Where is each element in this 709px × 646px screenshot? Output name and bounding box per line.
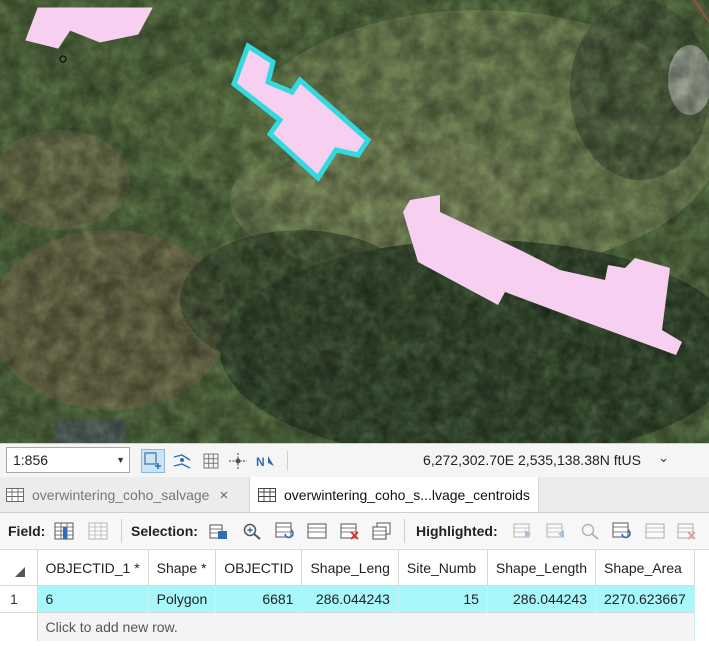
chevron-down-icon: ▼ (116, 455, 125, 465)
row-number[interactable]: 1 (0, 585, 38, 613)
divider (404, 519, 405, 543)
column-header[interactable]: Shape_Length (487, 550, 596, 586)
table-cell[interactable]: 15 (398, 585, 488, 613)
delete-highlighted-icon[interactable] (676, 520, 698, 542)
fixed-zoom-icon[interactable] (141, 449, 165, 473)
column-header[interactable]: OBJECTID (215, 550, 303, 586)
selection-label: Selection: (131, 523, 198, 539)
column-header[interactable]: Shape_Area (595, 550, 695, 586)
svg-text:N: N (256, 455, 265, 469)
column-header[interactable]: OBJECTID_1 * (37, 550, 149, 586)
map-status-bar: 1:856 ▼ N 6,272,302.70E 2,535,138.38N ft… (0, 443, 709, 477)
table-cell[interactable]: 6681 (215, 585, 303, 613)
switch-highlighted-icon[interactable] (512, 520, 534, 542)
table-cell[interactable]: 286.044243 (487, 585, 596, 613)
scale-dropdown[interactable]: 1:856 ▼ (6, 447, 130, 473)
table-header-row: OBJECTID_1 * Shape * OBJECTID Shape_Leng… (0, 550, 695, 586)
zoom-to-selection-icon[interactable] (241, 520, 263, 542)
north-arrow-icon[interactable]: N (255, 449, 279, 473)
table-icon (258, 487, 276, 502)
field-label: Field: (8, 523, 46, 539)
tab-overwintering-coho-salvage[interactable]: overwintering_coho_salvage × (6, 477, 228, 513)
chevron-down-icon[interactable]: ⌄ (658, 450, 669, 466)
tab-overwintering-coho-centroids[interactable]: overwintering_coho_s...lvage_centroids (249, 477, 539, 512)
clear-highlighted-icon[interactable] (644, 520, 666, 542)
attribute-table: OBJECTID_1 * Shape * OBJECTID Shape_Leng… (0, 550, 709, 646)
add-row-hint[interactable]: Click to add new row. (37, 612, 695, 641)
table-tab-strip: overwintering_coho_salvage × overwinteri… (0, 477, 709, 513)
unhighlight-icon[interactable] (545, 520, 567, 542)
add-field-icon[interactable] (53, 520, 75, 542)
coordinate-readout: 6,272,302.70E 2,535,138.38N ftUS (423, 452, 641, 468)
row-number (0, 612, 38, 641)
switch-selection-icon[interactable] (274, 520, 296, 542)
select-by-attributes-icon[interactable] (208, 520, 230, 542)
table-cell[interactable]: 286.044243 (301, 585, 399, 613)
snapping-icon[interactable] (170, 449, 194, 473)
close-icon[interactable]: × (219, 487, 228, 504)
scale-value: 1:856 (13, 452, 49, 468)
table-row[interactable]: 1 6 Polygon 6681 286.044243 15 286.04424… (0, 585, 695, 613)
table-cell[interactable]: 6 (37, 585, 149, 613)
table-cell[interactable]: Polygon (148, 585, 217, 613)
zoom-to-highlighted-icon[interactable] (579, 520, 601, 542)
calculate-field-icon[interactable] (87, 520, 109, 542)
clear-selection-icon[interactable] (306, 520, 328, 542)
select-all-corner[interactable] (0, 550, 38, 586)
table-icon (6, 488, 24, 502)
divider (121, 519, 122, 543)
highlighted-label: Highlighted: (416, 523, 498, 539)
column-header[interactable]: Shape * (148, 550, 217, 586)
column-header[interactable]: Shape_Leng (301, 550, 399, 586)
grid-icon[interactable] (199, 449, 223, 473)
constraints-icon[interactable] (226, 449, 250, 473)
add-new-row[interactable]: Click to add new row. (0, 612, 695, 641)
tab-label: overwintering_coho_s...lvage_centroids (284, 486, 530, 503)
copy-selected-icon[interactable] (371, 520, 393, 542)
tab-label: overwintering_coho_salvage (32, 487, 210, 503)
table-cell[interactable]: 2270.623667 (595, 585, 695, 613)
table-toolbar: Field: Selection: Highlighted: (0, 513, 709, 550)
divider (287, 451, 288, 471)
map-view[interactable] (0, 0, 709, 443)
delete-selected-icon[interactable] (339, 520, 361, 542)
satellite-imagery (0, 0, 709, 443)
column-header[interactable]: Site_Numb (398, 550, 488, 586)
reverse-highlight-icon[interactable] (611, 520, 633, 542)
